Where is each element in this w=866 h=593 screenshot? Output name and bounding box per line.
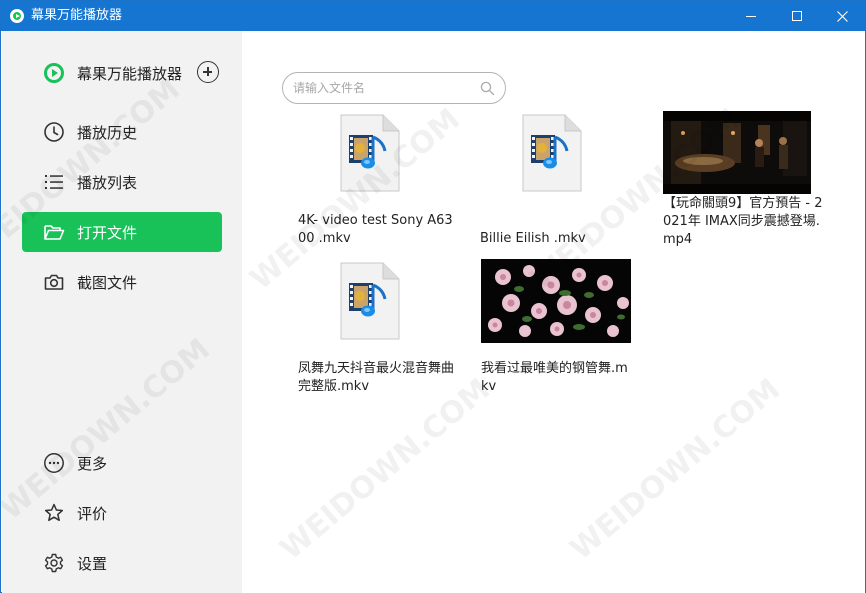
file-name: 凤舞九天抖音最火混音舞曲完整版.mkv bbox=[298, 361, 455, 394]
brand: 幕果万能播放器 bbox=[44, 62, 182, 84]
minimize-button[interactable] bbox=[728, 1, 774, 31]
search-input[interactable] bbox=[293, 79, 473, 97]
star-icon bbox=[43, 502, 65, 524]
sidebar-item-screenshots[interactable]: 截图文件 bbox=[22, 262, 222, 302]
more-icon bbox=[43, 452, 65, 474]
title-bar[interactable]: 幕果万能播放器 bbox=[1, 1, 865, 31]
movie-frame-thumbnail[interactable] bbox=[663, 111, 811, 194]
file-browser: 4K- video test Sony A6300 .mkv Billie Ei… bbox=[242, 31, 865, 593]
media-file-icon bbox=[522, 114, 582, 192]
play-logo-icon bbox=[44, 63, 64, 83]
window-title: 幕果万能播放器 bbox=[31, 8, 123, 23]
sidebar-item-playlist[interactable]: 播放列表 bbox=[22, 162, 222, 202]
sidebar-item-label: 播放历史 bbox=[77, 123, 138, 142]
clock-icon bbox=[43, 121, 65, 143]
app-window: 幕果万能播放器 幕果万能播放器 播放历史 播放列表 打开文件 截图文件 更多 评… bbox=[0, 0, 866, 593]
media-file-icon bbox=[340, 262, 400, 340]
sidebar-item-settings[interactable]: 设置 bbox=[22, 543, 222, 583]
file-name: Billie Eilish .mkv bbox=[480, 231, 586, 246]
file-item[interactable]: 我看过最唯美的钢管舞.mkv bbox=[481, 360, 641, 400]
file-name: 4K- video test Sony A6300 .mkv bbox=[298, 213, 453, 246]
sidebar-item-history[interactable]: 播放历史 bbox=[22, 112, 222, 152]
file-name: 【玩命關頭9】官方預告 - 2021年 IMAX同步震撼登場.mp4 bbox=[663, 196, 823, 247]
file-item[interactable]: Billie Eilish .mkv bbox=[480, 113, 640, 247]
plus-circle-icon[interactable] bbox=[197, 61, 219, 83]
maximize-icon bbox=[792, 11, 802, 21]
file-item[interactable]: 凤舞九天抖音最火混音舞曲完整版.mkv bbox=[298, 261, 458, 395]
minimize-icon bbox=[746, 15, 756, 17]
sidebar-item-label: 截图文件 bbox=[77, 273, 138, 292]
search-icon[interactable] bbox=[480, 81, 495, 96]
search-box[interactable] bbox=[282, 72, 506, 104]
maximize-button[interactable] bbox=[774, 1, 820, 31]
close-icon bbox=[836, 10, 848, 22]
list-icon bbox=[43, 171, 65, 193]
media-file-icon bbox=[340, 114, 400, 192]
flowers-frame-thumbnail[interactable] bbox=[481, 259, 631, 343]
sidebar-item-open-file[interactable]: 打开文件 bbox=[22, 212, 222, 252]
sidebar-item-label: 打开文件 bbox=[77, 223, 138, 242]
file-item[interactable]: 4K- video test Sony A6300 .mkv bbox=[298, 113, 458, 247]
brand-label: 幕果万能播放器 bbox=[77, 64, 183, 83]
camera-icon bbox=[43, 271, 65, 293]
sidebar-item-label: 更多 bbox=[77, 454, 108, 473]
close-button[interactable] bbox=[819, 1, 865, 31]
file-item[interactable]: 【玩命關頭9】官方預告 - 2021年 IMAX同步震撼登場.mp4 bbox=[663, 195, 823, 251]
sidebar: 幕果万能播放器 播放历史 播放列表 打开文件 截图文件 更多 评价 设置 bbox=[2, 31, 242, 593]
folder-open-icon bbox=[43, 221, 65, 243]
sidebar-item-label: 评价 bbox=[77, 504, 108, 523]
file-name: 我看过最唯美的钢管舞.mkv bbox=[481, 361, 628, 394]
sidebar-item-rate[interactable]: 评价 bbox=[22, 493, 222, 533]
gear-icon bbox=[43, 552, 65, 574]
app-logo-icon bbox=[10, 9, 24, 23]
sidebar-item-more[interactable]: 更多 bbox=[22, 443, 222, 483]
sidebar-item-label: 设置 bbox=[77, 554, 108, 573]
sidebar-item-label: 播放列表 bbox=[77, 173, 138, 192]
